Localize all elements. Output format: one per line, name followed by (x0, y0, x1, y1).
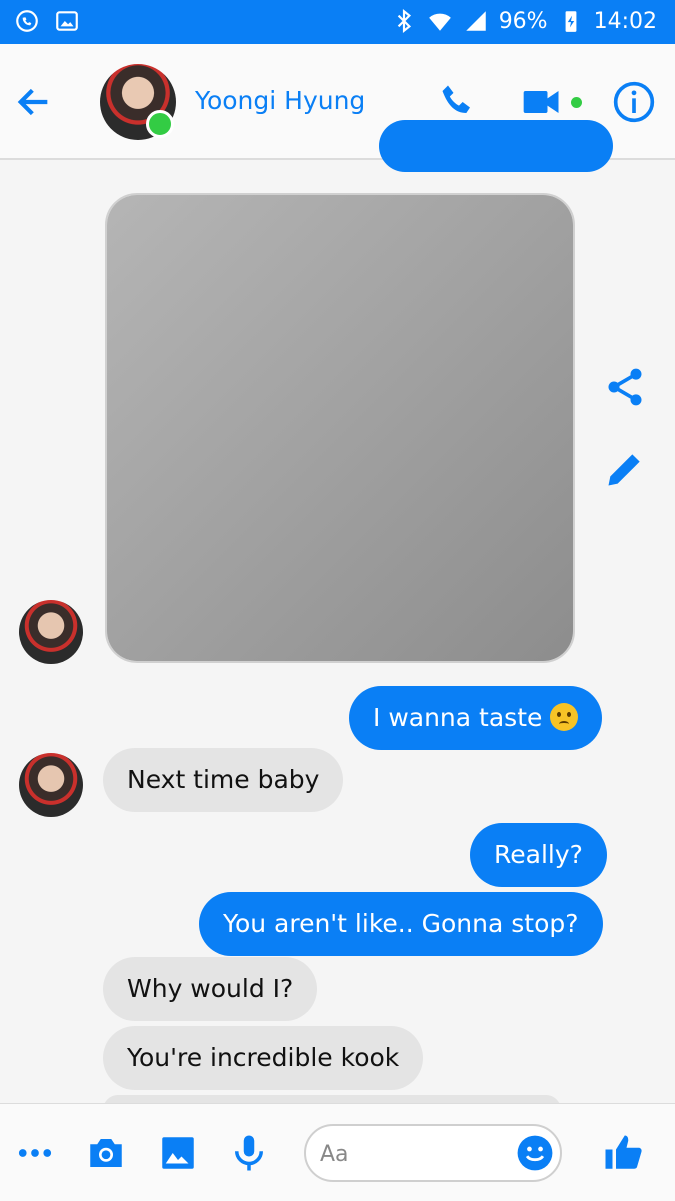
video-call-icon[interactable] (520, 80, 564, 124)
microphone-icon[interactable] (228, 1132, 270, 1174)
outgoing-message[interactable]: You aren't like.. Gonna stop? (199, 892, 603, 956)
gallery-notification-icon (56, 11, 78, 31)
thumbs-up-icon[interactable] (602, 1132, 644, 1174)
battery-percent: 96% (498, 8, 548, 34)
outgoing-message[interactable]: Really? (470, 823, 607, 887)
back-arrow-icon[interactable] (14, 82, 54, 122)
wifi-icon (428, 13, 451, 31)
composer-bar (0, 1103, 675, 1201)
bluetooth-icon (397, 8, 411, 34)
more-options-icon[interactable] (14, 1132, 56, 1174)
sender-avatar (19, 753, 83, 817)
online-indicator (146, 110, 174, 138)
gallery-icon[interactable] (157, 1132, 199, 1174)
signal-icon (465, 11, 486, 31)
outgoing-message[interactable]: I wanna taste (349, 686, 603, 750)
message-input[interactable] (304, 1124, 562, 1182)
emoji-icon[interactable] (516, 1134, 554, 1172)
battery-charging-icon (565, 11, 577, 32)
edit-pencil-icon[interactable] (603, 447, 647, 491)
phone-icon[interactable] (437, 80, 481, 124)
info-icon[interactable] (612, 80, 656, 124)
status-bar: 96% 14:02 (0, 0, 675, 44)
sender-avatar (19, 600, 83, 664)
incoming-message[interactable]: Why would I? (103, 957, 318, 1021)
share-icon[interactable] (603, 365, 647, 409)
photo-placeholder (107, 195, 573, 661)
sad-face-emoji-icon (550, 703, 579, 731)
contact-name[interactable]: Yoongi Hyung (195, 86, 365, 115)
incoming-message[interactable]: You're incredible kook (103, 1026, 424, 1090)
camera-icon[interactable] (85, 1132, 127, 1174)
previous-message-bubble (379, 120, 613, 172)
incoming-message[interactable]: Next time baby (103, 748, 344, 812)
clock: 14:02 (593, 8, 657, 34)
video-active-dot (571, 97, 582, 108)
whatsapp-notification-icon (16, 10, 38, 32)
message-input-field[interactable] (318, 1138, 512, 1170)
shared-photo[interactable] (105, 193, 575, 663)
